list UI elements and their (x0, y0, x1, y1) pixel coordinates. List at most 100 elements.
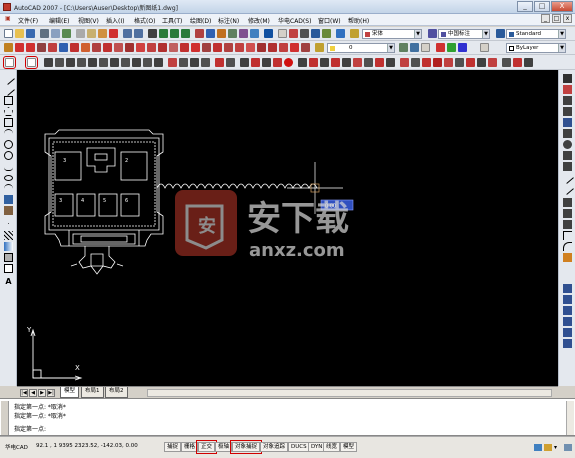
scale-icon[interactable] (563, 151, 572, 160)
bom-icon[interactable] (213, 43, 222, 52)
workspace-icon[interactable] (336, 29, 345, 38)
table-style-manager-icon[interactable] (496, 29, 505, 38)
ellipse-icon[interactable] (4, 175, 13, 181)
snap-quadrant-icon[interactable] (284, 58, 293, 67)
camera-icon[interactable] (524, 58, 533, 67)
command-prompt[interactable]: 指定第一点: (14, 424, 46, 433)
make-block-icon[interactable] (4, 206, 13, 215)
menu-help[interactable]: 帮助(H) (348, 16, 369, 25)
snap-toggle[interactable]: 捕捉 (164, 442, 182, 452)
radius-icon[interactable] (88, 58, 97, 67)
aligned-dim-icon[interactable] (55, 58, 64, 67)
menu-huadian-cad[interactable]: 华电CAD(S) (278, 16, 311, 25)
angular-icon[interactable] (121, 58, 130, 67)
text-style-icon[interactable] (289, 29, 298, 38)
array-object-icon[interactable] (563, 118, 572, 127)
dim-quick-icon[interactable] (26, 43, 35, 52)
center-mark-icon[interactable] (190, 58, 199, 67)
title-block-icon[interactable] (202, 43, 211, 52)
quickcalc-icon[interactable] (250, 29, 259, 38)
new-icon[interactable] (4, 29, 13, 38)
hole-icon[interactable] (169, 43, 178, 52)
tool-f-icon[interactable] (563, 339, 572, 348)
snap-midpoint-icon[interactable] (251, 58, 260, 67)
drawing-area[interactable]: 3 2 3 4 5 6 0.00 安 安下载 anxz.com Y X (17, 70, 558, 386)
layer-icon[interactable] (4, 43, 13, 52)
insert-block-icon[interactable] (4, 195, 13, 204)
layer-previous-icon[interactable] (399, 43, 408, 52)
tool-a-icon[interactable] (563, 284, 572, 293)
continue-icon[interactable] (154, 58, 163, 67)
command-window-handle[interactable] (1, 401, 9, 435)
layer-select[interactable]: 0 ▼ (327, 43, 395, 53)
chamfer-icon[interactable] (563, 231, 572, 240)
tool-e-icon[interactable] (563, 328, 572, 337)
chevron-down-icon[interactable]: ▼ (387, 44, 394, 52)
offset-icon[interactable] (563, 107, 572, 116)
break-object-icon[interactable] (563, 209, 572, 218)
region-icon[interactable] (4, 253, 13, 262)
close-button[interactable]: X (551, 1, 573, 12)
prev-tab-button[interactable]: ◀ (29, 389, 37, 397)
coordinate-readout[interactable]: 92.1 , 1 9395 2323.52, -142.03, 0.00 (36, 443, 138, 449)
menu-format[interactable]: 格式(O) (134, 16, 155, 25)
tolerance-dim-icon[interactable] (179, 58, 188, 67)
polygon-icon[interactable] (4, 107, 13, 116)
break-icon[interactable] (268, 43, 277, 52)
array-icon[interactable] (290, 43, 299, 52)
help-icon[interactable] (264, 29, 273, 38)
preview-icon[interactable] (51, 29, 60, 38)
tool-d-icon[interactable] (563, 317, 572, 326)
menu-modify[interactable]: 修改(M) (248, 16, 270, 25)
center-line-icon[interactable] (180, 43, 189, 52)
dim-style-select[interactable]: 中国标注 ▼ (438, 29, 490, 39)
quick-dim-icon[interactable] (132, 58, 141, 67)
menu-edit[interactable]: 编辑(E) (49, 16, 69, 25)
arc-length-icon[interactable] (66, 58, 75, 67)
text-style-manager-icon[interactable] (350, 29, 359, 38)
pipe-icon[interactable] (92, 43, 101, 52)
ref-icon[interactable] (48, 43, 57, 52)
tolerance-icon[interactable] (246, 43, 255, 52)
bearing-icon[interactable] (125, 43, 134, 52)
symbol-icon[interactable] (70, 43, 79, 52)
doc-close-button[interactable]: x (563, 14, 572, 23)
material-icon[interactable] (422, 58, 431, 67)
ordinate-icon[interactable] (77, 58, 86, 67)
color-select[interactable]: ByLayer ▼ (506, 43, 566, 53)
circle-icon[interactable] (4, 140, 13, 149)
markup-icon[interactable] (239, 29, 248, 38)
first-tab-button[interactable]: |◀ (20, 389, 28, 397)
redo-icon[interactable] (134, 29, 143, 38)
chevron-down-icon[interactable]: ▼ (558, 30, 565, 38)
jogged-icon[interactable] (99, 58, 108, 67)
polyline-tool-icon[interactable] (25, 56, 38, 69)
tab-layout2[interactable]: 布局2 (105, 387, 128, 398)
background-icon[interactable] (455, 58, 464, 67)
next-tab-button[interactable]: ▶ (38, 389, 46, 397)
view-icon[interactable] (502, 58, 511, 67)
explode-icon[interactable] (563, 253, 572, 262)
horizontal-scrollbar[interactable] (147, 389, 552, 397)
dim-style-manager-icon[interactable] (428, 29, 437, 38)
move-icon[interactable] (563, 129, 572, 138)
spring-icon[interactable] (136, 43, 145, 52)
dim-edit-icon[interactable] (201, 58, 210, 67)
snap-endpoint-icon[interactable] (240, 58, 249, 67)
landscape-icon[interactable] (477, 58, 486, 67)
linear-dim-icon[interactable] (44, 58, 53, 67)
point-icon[interactable]: · (4, 220, 13, 229)
cut-icon[interactable] (76, 29, 85, 38)
menu-draw[interactable]: 绘图(D) (190, 16, 211, 25)
menu-tools[interactable]: 工具(T) (162, 16, 182, 25)
gradient-icon[interactable] (4, 242, 13, 251)
hatch-icon[interactable] (4, 231, 13, 240)
tool-palettes-icon[interactable] (217, 29, 226, 38)
dim-icon[interactable] (300, 29, 309, 38)
drawing-canvas[interactable]: 3 2 3 4 5 6 0.00 安 安下载 anxz.com Y X (17, 70, 558, 386)
zoom-realtime-icon[interactable] (159, 29, 168, 38)
design-center-icon[interactable] (206, 29, 215, 38)
tool-c-icon[interactable] (563, 306, 572, 315)
chevron-down-icon[interactable]: ▼ (414, 30, 421, 38)
otrack-toggle[interactable]: 对象追踪 (260, 442, 289, 452)
